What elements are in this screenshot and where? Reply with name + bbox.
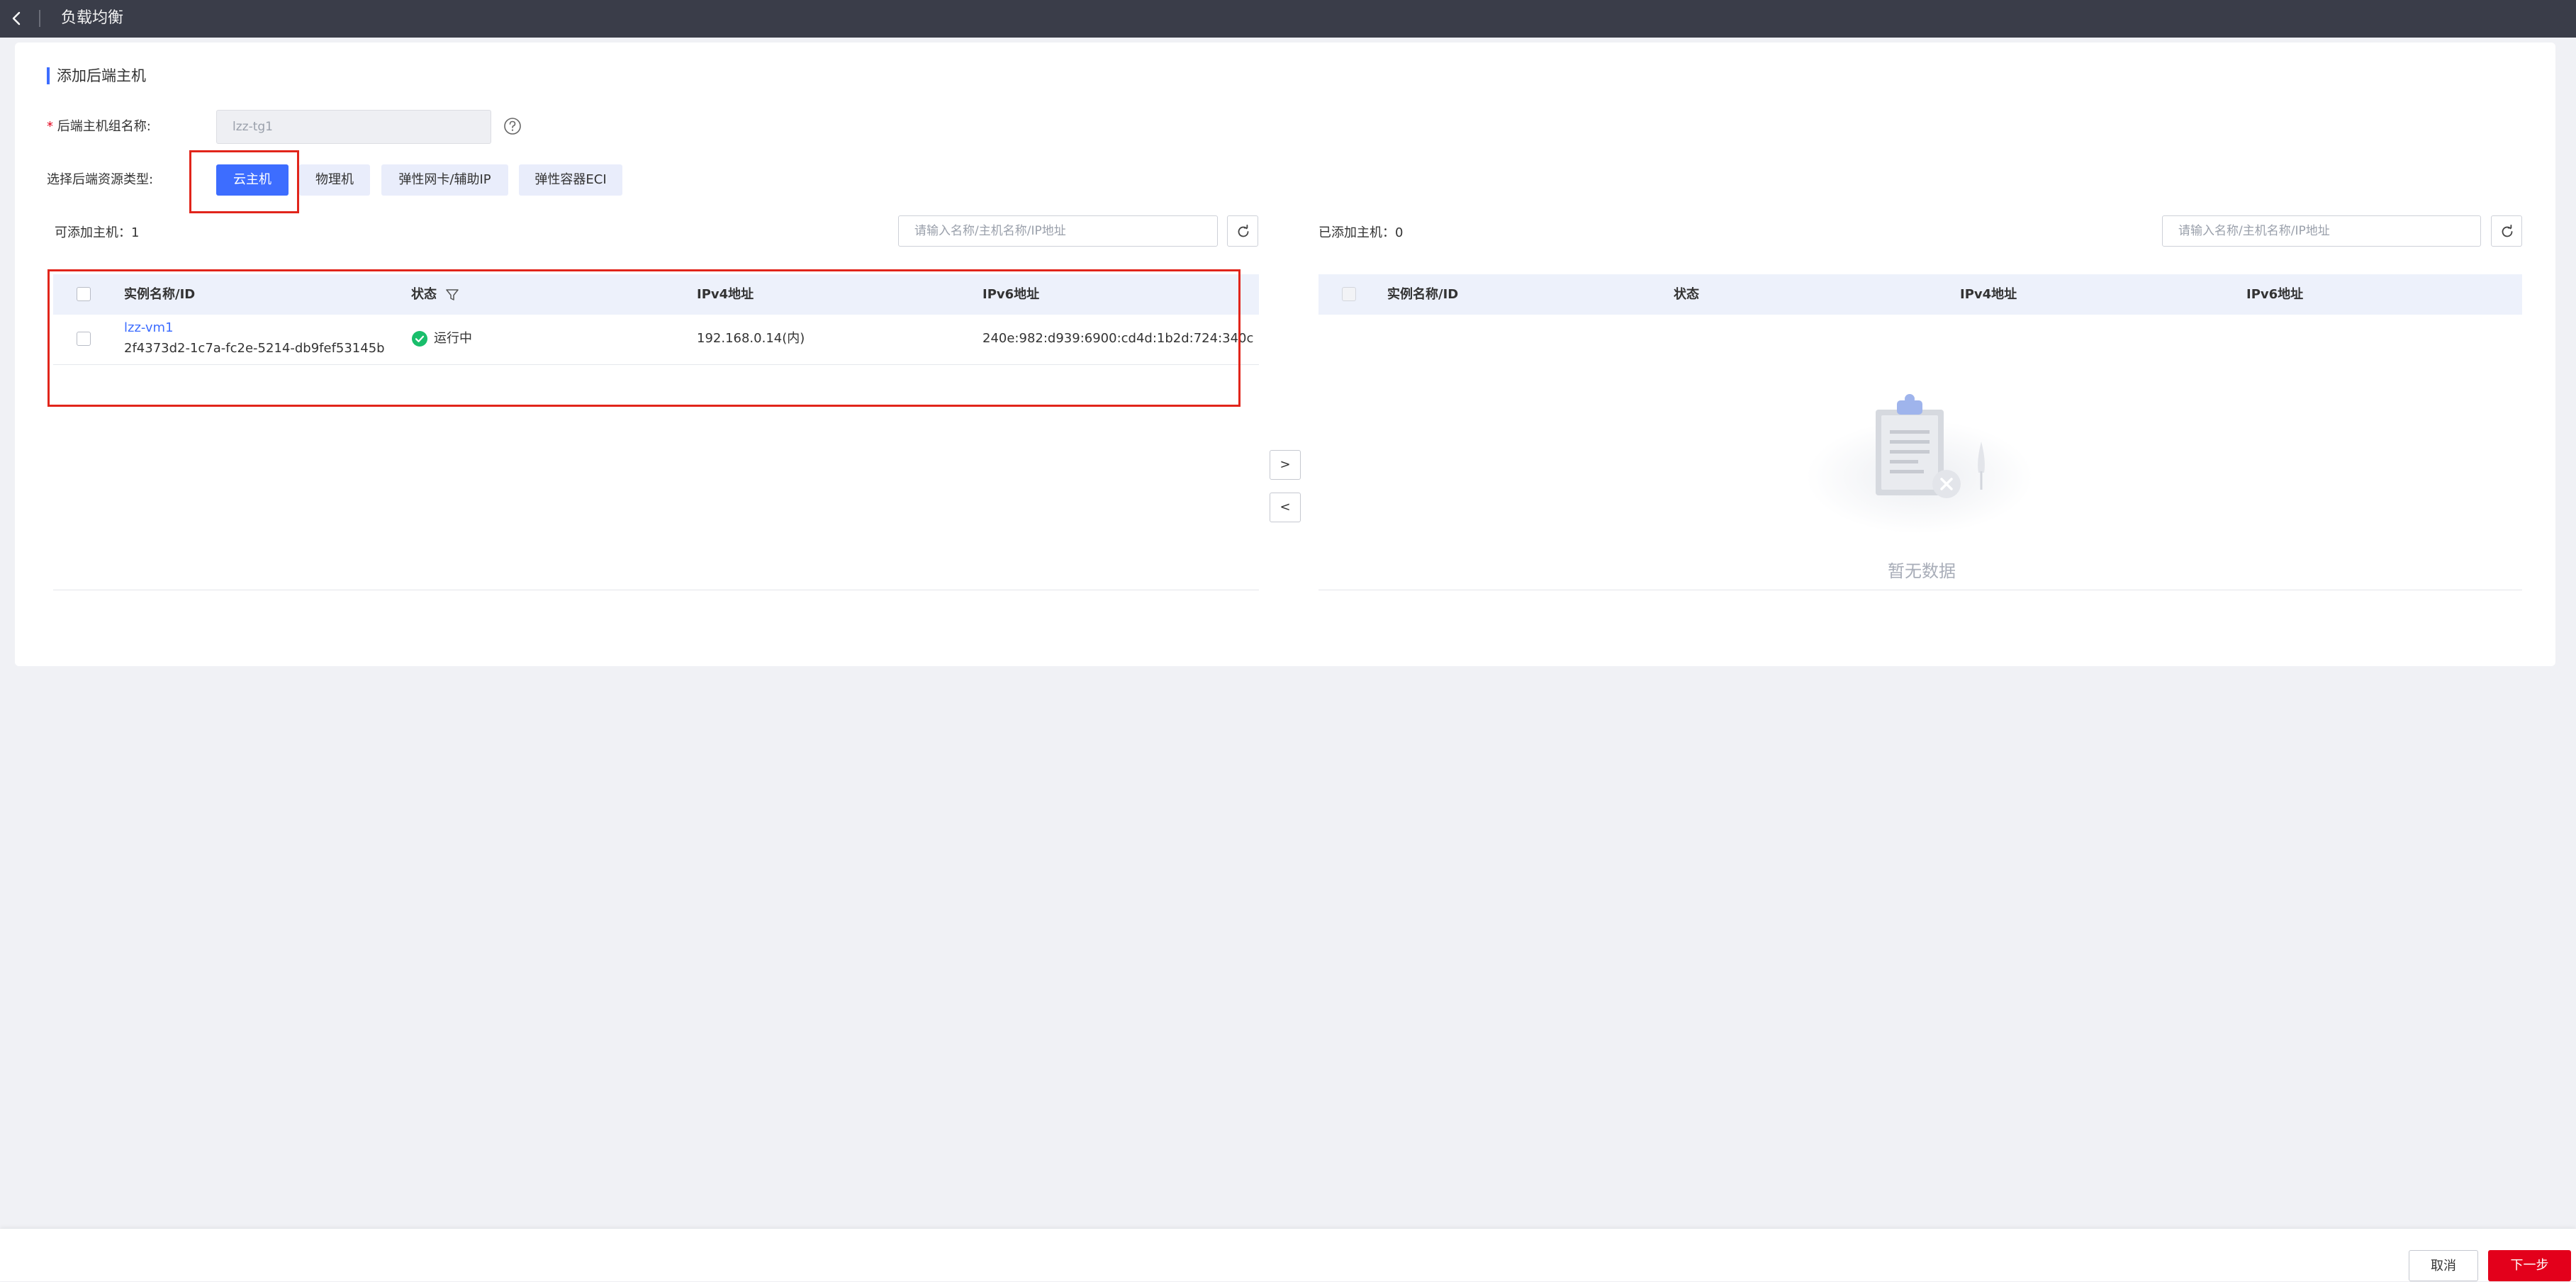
header-divider — [39, 10, 40, 27]
available-refresh-button[interactable] — [1227, 215, 1258, 247]
resource-type-physical[interactable]: 物理机 — [299, 164, 370, 196]
group-name-label-text: 后端主机组名称: — [57, 119, 151, 134]
refresh-icon — [1238, 225, 1249, 237]
section-title-accent — [47, 67, 50, 84]
column-header-ipv4: IPv4地址 — [1960, 287, 2017, 302]
added-refresh-button[interactable] — [2491, 215, 2522, 247]
help-icon[interactable] — [503, 116, 522, 136]
back-arrow-icon[interactable] — [6, 6, 27, 30]
refresh-icon — [2502, 225, 2513, 237]
added-select-all-checkbox[interactable] — [1342, 287, 1356, 301]
column-header-name: 实例名称/ID — [1387, 287, 1459, 302]
move-left-button[interactable]: < — [1270, 493, 1301, 522]
empty-text: 暂无数据 — [1888, 561, 1956, 581]
resource-type-eni[interactable]: 弹性网卡/辅助IP — [381, 164, 508, 196]
resource-type-eci[interactable]: 弹性容器ECI — [519, 164, 622, 196]
highlight-box-resource-type — [189, 150, 299, 213]
group-name-label: * 后端主机组名称: — [47, 116, 151, 137]
added-count: 已添加主机：0 — [1318, 225, 1404, 240]
column-header-status: 状态 — [1674, 287, 1699, 302]
highlight-box-host-table — [47, 269, 1241, 407]
section-title-text: 添加后端主机 — [57, 67, 146, 84]
move-right-button[interactable]: > — [1270, 450, 1301, 480]
top-bar: 负载均衡 — [0, 0, 2576, 38]
page-title: 负载均衡 — [61, 9, 124, 27]
footer-bar — [0, 1229, 2576, 1281]
added-table-header: 实例名称/ID 状态 IPv4地址 IPv6地址 — [1318, 274, 2522, 315]
required-mark: * — [47, 119, 53, 134]
cancel-button[interactable]: 取消 — [2409, 1250, 2478, 1281]
available-count: 可添加主机：1 — [55, 225, 140, 240]
resource-type-label: 选择后端资源类型: — [47, 172, 154, 187]
group-name-input[interactable]: lzz-tg1 — [216, 110, 491, 144]
available-search-input[interactable]: 请输入名称/主机名称/IP地址 — [898, 215, 1218, 247]
next-step-button[interactable]: 下一步 — [2488, 1250, 2571, 1281]
empty-data-illustration — [1806, 394, 2033, 534]
added-search-input[interactable]: 请输入名称/主机名称/IP地址 — [2162, 215, 2481, 247]
column-header-ipv6: IPv6地址 — [2246, 287, 2304, 302]
